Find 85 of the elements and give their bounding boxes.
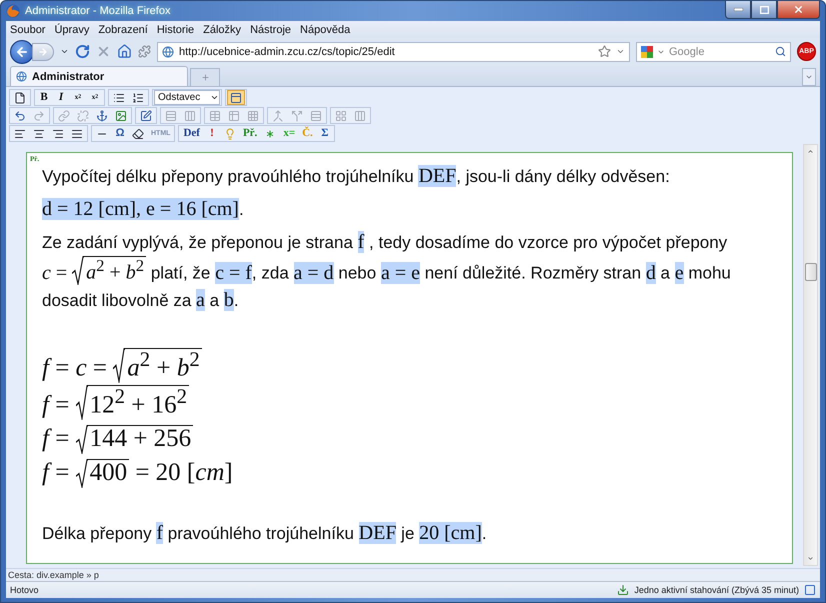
format-button[interactable]: ! <box>204 126 220 141</box>
scroll-down-icon[interactable] <box>807 555 814 562</box>
align-center-icon <box>33 128 45 140</box>
status-text: Hotovo <box>10 585 40 595</box>
grid-icon <box>335 110 347 122</box>
home-icon[interactable] <box>117 44 132 59</box>
forward-arrow-icon <box>38 46 48 56</box>
maximize-button[interactable] <box>751 1 777 19</box>
math-formula: f = 144 + 256 <box>42 424 194 456</box>
browser-tab[interactable]: Administrator <box>10 66 188 86</box>
format-button[interactable]: I <box>53 90 69 105</box>
dropdown-icon[interactable] <box>616 47 625 56</box>
format-button[interactable]: Ω <box>112 126 128 141</box>
dropdown-icon <box>805 73 813 81</box>
scrollbar[interactable] <box>803 144 818 566</box>
close-icon <box>793 4 804 15</box>
lightbulb-icon <box>224 128 236 140</box>
merge-icon <box>272 110 284 122</box>
panel-icon <box>230 92 242 104</box>
menu-item[interactable]: Nápověda <box>300 24 350 36</box>
new-document-icon <box>14 92 26 104</box>
reload-icon[interactable] <box>75 44 90 59</box>
redo-icon <box>33 110 45 122</box>
numbered-list-icon <box>132 92 144 104</box>
align-left-icon <box>14 128 26 140</box>
site-icon <box>162 46 174 58</box>
table-columns-icon <box>184 110 196 122</box>
menu-item[interactable]: Nástroje <box>250 24 292 36</box>
download-icon <box>617 584 630 596</box>
element-path: Cesta: div.example » p <box>8 570 99 580</box>
dropdown-icon <box>210 93 219 102</box>
close-button[interactable] <box>777 1 820 19</box>
table-rows-icon <box>310 110 322 122</box>
menu-item[interactable]: Zobrazení <box>98 24 148 36</box>
editor-document[interactable] <box>26 152 793 564</box>
grid-icon <box>247 110 259 122</box>
site-icon <box>16 71 27 82</box>
format-button[interactable]: B <box>36 90 52 105</box>
table-icon <box>209 110 221 122</box>
edit-icon <box>140 110 152 122</box>
math-formula: f = c = a$^{2}$ + b$^{2}$ <box>42 348 202 385</box>
format-button[interactable]: Def <box>180 126 203 141</box>
math-formula: f = 400 = 20 [cm] <box>42 458 233 490</box>
search-icon[interactable] <box>775 46 786 57</box>
back-button[interactable] <box>10 40 34 64</box>
table-columns-icon <box>354 110 366 122</box>
minimize-icon <box>734 8 742 11</box>
anchor-icon <box>96 110 108 122</box>
unlink-icon <box>77 110 89 122</box>
paragraph: d = 12 [cm], e = 16 [cm]. <box>42 197 245 222</box>
image-icon <box>115 110 127 122</box>
addon-icon[interactable] <box>804 584 816 596</box>
bookmark-star-icon[interactable] <box>598 45 611 58</box>
math-formula: f = 12$^{2}$ + 16$^{2}$ <box>42 384 190 422</box>
menu-item[interactable]: Soubor <box>10 24 46 36</box>
search-field[interactable]: Google <box>636 42 791 62</box>
menu-item[interactable]: Úpravy <box>54 24 90 36</box>
block-format-dropdown[interactable]: Odstavec <box>154 90 220 105</box>
paragraph: Vypočítej délku přepony pravoúhlého trojúhelníku DEF, jsou-li dány délky odvěsen: <box>42 164 671 189</box>
scroll-thumb[interactable] <box>805 263 817 281</box>
plus-icon <box>200 73 210 82</box>
window-title: Administrator - Mozilla Firefox <box>25 5 172 17</box>
download-status[interactable]: Jedno aktivní stahování (Zbývá 35 minut) <box>634 585 799 595</box>
menu-item[interactable]: Historie <box>156 24 194 36</box>
table-icon <box>228 110 240 122</box>
format-button[interactable]: Σ <box>316 126 333 141</box>
search-engine-icon <box>641 46 653 58</box>
minimize-button[interactable] <box>725 1 751 19</box>
address-field[interactable]: http://ucebnice-admin.zcu.cz/cs/topic/25/edit <box>157 42 630 62</box>
align-justify-icon <box>71 128 83 140</box>
paragraph: Ze zadání vyplývá, že přeponou je strana f , tedy dosadíme do vzorce pro výpočet přepony c = a$^{2}$ + b$^{2}$ platí, že c = f, zda a = d nebo a = e není důležité. Rozměry stran d a e mohu dosadit libovolně za a a b. <box>42 230 732 313</box>
paragraph: Délka přepony f pravoúhlého trojúhelníku DEF je 20 [cm]. <box>42 521 488 546</box>
undo-icon <box>14 110 26 122</box>
scroll-up-icon[interactable] <box>807 148 814 155</box>
maximize-icon <box>760 6 768 14</box>
menu-item[interactable]: Záložky <box>203 24 242 36</box>
align-right-icon <box>52 128 64 140</box>
format-button[interactable]: Př. <box>240 126 260 141</box>
link-icon <box>58 110 70 122</box>
browser-logo-icon <box>6 4 20 18</box>
eraser-icon <box>132 128 144 140</box>
history-dropdown-icon[interactable] <box>60 47 69 56</box>
puzzle-icon[interactable] <box>138 45 151 58</box>
split-icon <box>291 110 303 122</box>
table-rows-icon <box>165 110 177 122</box>
